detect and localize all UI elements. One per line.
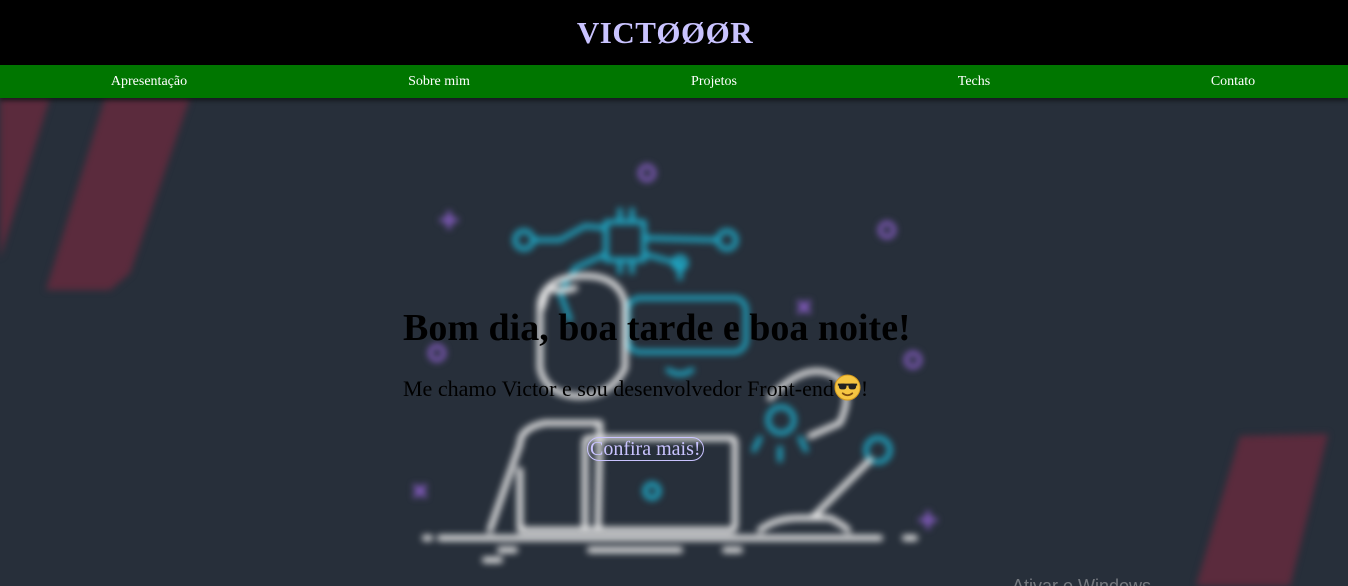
- nav-item-contato[interactable]: Contato: [1211, 65, 1255, 98]
- hero-subtitle: Me chamo Victor e sou desenvolvedor Fron…: [403, 374, 868, 402]
- nav-item-techs[interactable]: Techs: [958, 65, 990, 98]
- hero-title: Bom dia, boa tarde e boa noite!: [403, 307, 911, 349]
- hero-subtitle-end: !: [860, 376, 869, 401]
- accent-stripe-left-wide: [46, 98, 190, 290]
- site-brand-logo[interactable]: VICTØØØR: [577, 15, 753, 51]
- accent-stripe-right: [1196, 434, 1328, 586]
- windows-activation-watermark: Ativar o Windows: [1012, 576, 1152, 586]
- main-nav: Apresentação Sobre mim Projetos Techs Co…: [0, 65, 1348, 98]
- hero-subtitle-text: Me chamo Victor e sou desenvolvedor Fron…: [403, 376, 834, 401]
- nav-item-projetos[interactable]: Projetos: [691, 65, 737, 98]
- top-header: VICTØØØR: [0, 0, 1348, 65]
- sunglasses-face-icon: [834, 374, 861, 401]
- accent-stripe-left-narrow: [0, 98, 50, 258]
- confira-mais-button[interactable]: Confira mais!: [587, 437, 704, 461]
- hero-section: Bom dia, boa tarde e boa noite! Me chamo…: [0, 98, 1348, 586]
- nav-item-sobre-mim[interactable]: Sobre mim: [408, 65, 470, 98]
- nav-item-apresentacao[interactable]: Apresentação: [111, 65, 187, 98]
